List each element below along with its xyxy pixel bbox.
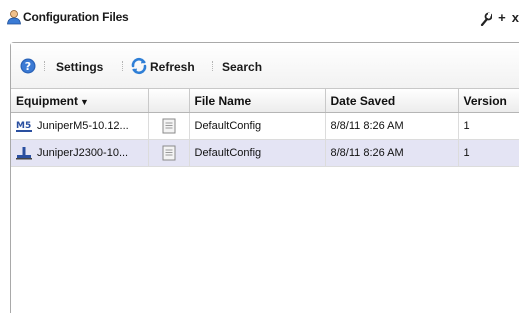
file-icon-cell bbox=[148, 139, 190, 167]
close-icon[interactable]: x bbox=[512, 10, 519, 26]
search-button[interactable]: Search bbox=[222, 60, 262, 74]
wrench-icon[interactable] bbox=[480, 12, 493, 26]
column-header-date-saved[interactable]: Date Saved bbox=[325, 89, 459, 113]
configuration-files-panel: ? Settings Refresh Search Equipment ▼ Fil… bbox=[10, 42, 519, 313]
equipment-cell: M5 JuniperM5-10.12... bbox=[11, 112, 149, 140]
document-icon[interactable] bbox=[162, 118, 176, 134]
toolbar-separator bbox=[122, 61, 124, 71]
equipment-cell: JuniperJ2300-10... bbox=[11, 139, 149, 167]
window-actions: + x bbox=[480, 10, 519, 26]
user-group-icon bbox=[7, 10, 21, 25]
router-j2300-icon bbox=[16, 147, 32, 160]
version-cell: 1 bbox=[458, 139, 519, 167]
page-title: Configuration Files bbox=[23, 10, 129, 24]
column-header-file-icon[interactable] bbox=[148, 89, 190, 113]
svg-text:M5: M5 bbox=[16, 121, 31, 131]
refresh-icon[interactable] bbox=[130, 57, 148, 75]
table-row[interactable]: M5 JuniperM5-10.12... DefaultConfig 8/8/… bbox=[11, 112, 519, 140]
toolbar-separator bbox=[212, 61, 214, 71]
file-icon-cell bbox=[148, 112, 190, 140]
equipment-name: JuniperM5-10.12... bbox=[37, 120, 129, 132]
file-name-cell: DefaultConfig bbox=[189, 112, 326, 140]
router-m5-icon: M5 bbox=[16, 121, 32, 132]
svg-text:?: ? bbox=[25, 60, 31, 73]
configuration-files-table: Equipment ▼ File Name Date Saved Version … bbox=[11, 89, 519, 167]
toolbar-separator bbox=[44, 61, 46, 71]
toolbar: ? Settings Refresh Search bbox=[11, 43, 519, 89]
file-name-cell: DefaultConfig bbox=[189, 139, 326, 167]
column-header-file-name[interactable]: File Name bbox=[189, 89, 326, 113]
table-header-row: Equipment ▼ File Name Date Saved Version bbox=[11, 89, 519, 113]
help-icon[interactable]: ? bbox=[20, 58, 36, 74]
document-icon[interactable] bbox=[162, 145, 176, 161]
settings-button[interactable]: Settings bbox=[56, 60, 103, 74]
sort-descending-icon: ▼ bbox=[80, 96, 89, 107]
version-cell: 1 bbox=[458, 112, 519, 140]
column-header-equipment[interactable]: Equipment ▼ bbox=[11, 89, 149, 113]
table-row[interactable]: JuniperJ2300-10... DefaultConfig 8/8/11 … bbox=[11, 139, 519, 167]
plus-icon[interactable]: + bbox=[498, 10, 506, 26]
date-saved-cell: 8/8/11 8:26 AM bbox=[325, 139, 459, 167]
refresh-button[interactable]: Refresh bbox=[150, 60, 195, 74]
equipment-name: JuniperJ2300-10... bbox=[37, 147, 129, 159]
date-saved-cell: 8/8/11 8:26 AM bbox=[325, 112, 459, 140]
title-bar: Configuration Files + x bbox=[0, 0, 519, 34]
column-header-version[interactable]: Version bbox=[458, 89, 519, 113]
